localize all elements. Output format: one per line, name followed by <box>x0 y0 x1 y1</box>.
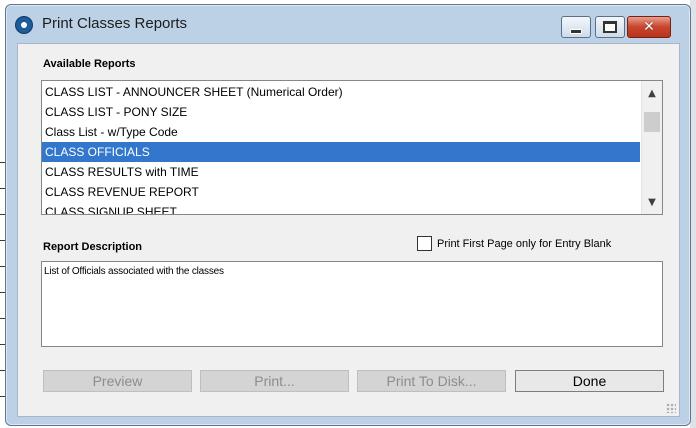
reports-listbox[interactable]: CLASS LIST - ANNOUNCER SHEET (Numerical … <box>41 80 663 215</box>
close-button[interactable]: ✕ <box>627 16 671 38</box>
close-icon: ✕ <box>643 19 655 35</box>
report-list-item[interactable]: CLASS LIST - PONY SIZE <box>42 102 640 122</box>
report-list-item[interactable]: CLASS REVENUE REPORT <box>42 182 640 202</box>
dialog-client-area: Available Reports CLASS LIST - ANNOUNCER… <box>17 43 680 417</box>
report-list-item[interactable]: CLASS LIST - ANNOUNCER SHEET (Numerical … <box>42 82 640 102</box>
report-list-item[interactable]: Class List - w/Type Code <box>42 122 640 142</box>
reports-list: CLASS LIST - ANNOUNCER SHEET (Numerical … <box>42 82 640 214</box>
print-first-page-option[interactable]: Print First Page only for Entry Blank <box>417 236 611 251</box>
print-classes-reports-dialog: Print Classes Reports ✕ Available Report… <box>5 4 691 426</box>
resize-grip-icon[interactable] <box>666 403 676 413</box>
available-reports-label: Available Reports <box>43 58 136 70</box>
report-list-item[interactable]: CLASS RESULTS with TIME <box>42 162 640 182</box>
report-list-item-selected[interactable]: CLASS OFFICIALS <box>42 142 640 162</box>
reports-scrollbar[interactable]: ▲ ▼ <box>641 81 662 214</box>
print-button[interactable]: Print... <box>200 370 349 392</box>
print-first-page-label[interactable]: Print First Page only for Entry Blank <box>437 238 611 250</box>
preview-button[interactable]: Preview <box>43 370 192 392</box>
report-list-item[interactable]: CLASS SIGNUP SHEET <box>42 202 640 214</box>
scroll-down-arrow-icon[interactable]: ▼ <box>642 193 662 211</box>
window-title: Print Classes Reports <box>42 15 188 32</box>
maximize-icon <box>603 21 617 33</box>
minimize-icon <box>570 28 582 34</box>
print-first-page-checkbox[interactable] <box>417 236 432 251</box>
scroll-up-arrow-icon[interactable]: ▲ <box>642 84 662 102</box>
print-to-disk-button[interactable]: Print To Disk... <box>357 370 506 392</box>
report-description-box: List of Officials associated with the cl… <box>41 261 663 347</box>
minimize-button[interactable] <box>561 16 591 38</box>
report-description-text: List of Officials associated with the cl… <box>44 266 224 277</box>
report-description-label: Report Description <box>43 241 143 253</box>
title-bar[interactable]: Print Classes Reports ✕ <box>6 5 690 41</box>
app-icon <box>16 17 32 33</box>
scroll-thumb[interactable] <box>644 112 660 132</box>
maximize-button[interactable] <box>595 16 625 38</box>
done-button[interactable]: Done <box>515 370 664 392</box>
